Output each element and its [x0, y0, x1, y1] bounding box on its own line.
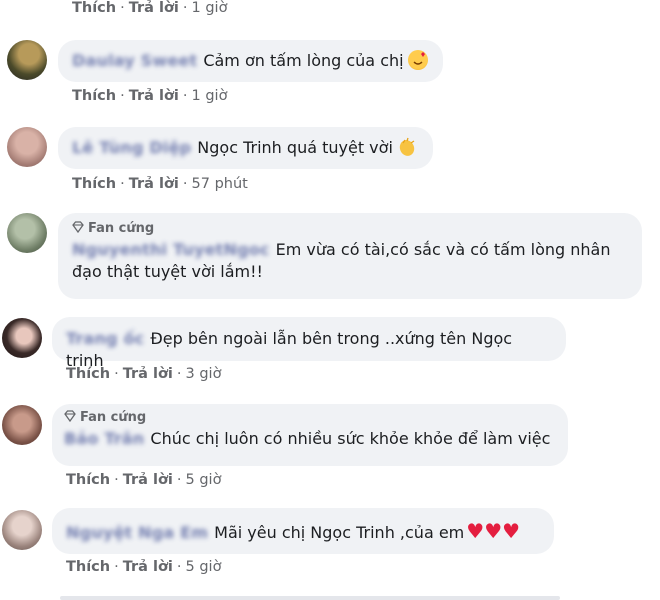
comment-time[interactable]: 3 giờ [186, 366, 222, 382]
next-comment-edge [60, 596, 560, 600]
comment-time[interactable]: 1 giờ [192, 0, 228, 16]
diamond-icon [64, 410, 76, 422]
like-link[interactable]: Thích [72, 88, 116, 104]
like-link[interactable]: Thích [66, 472, 110, 488]
comment-actions: Thích · Trả lời · 1 giờ [72, 0, 228, 16]
like-link[interactable]: Thích [72, 176, 116, 192]
comment-time[interactable]: 5 giờ [186, 472, 222, 488]
reply-link[interactable]: Trả lời [123, 559, 173, 575]
comment-time[interactable]: 1 giờ [192, 88, 228, 104]
comment-text: Cảm ơn tấm lòng của chị [203, 51, 404, 70]
avatar[interactable] [7, 40, 47, 80]
comment-text: Chúc chị luôn có nhiều sức khỏe khỏe để … [150, 429, 551, 448]
comment-time[interactable]: 57 phút [192, 176, 248, 192]
commenter-name[interactable]: Daulay Sweet [72, 51, 197, 70]
comment-actions: Thích · Trả lời · 57 phút [72, 176, 248, 192]
comment-actions: Thích · Trả lời · 3 giờ [66, 366, 222, 382]
avatar[interactable] [2, 318, 42, 358]
like-link[interactable]: Thích [72, 0, 116, 16]
comment-bubble: Trang ốc Đẹp bên ngoài lẫn bên trong ..xứ… [52, 317, 566, 370]
comment-actions: Thích · Trả lời · 1 giờ [72, 88, 228, 104]
avatar[interactable] [2, 510, 42, 550]
heart-face-emoji [407, 50, 428, 70]
fan-badge: Fan cứng [72, 221, 628, 237]
comment-text: Mãi yêu chị Ngọc Trinh ,của em [214, 523, 465, 542]
avatar[interactable] [2, 405, 42, 445]
reply-link[interactable]: Trả lời [129, 176, 179, 192]
diamond-icon [72, 221, 84, 233]
reply-link[interactable]: Trả lời [129, 88, 179, 104]
avatar[interactable] [7, 213, 47, 253]
like-link[interactable]: Thích [66, 559, 110, 575]
comment-actions: Thích · Trả lời · 5 giờ [66, 472, 222, 488]
comment-bubble: Lê Tùng Diệp Ngọc Trinh quá tuyệt vời [58, 127, 433, 169]
commenter-name[interactable]: Trang ốc [66, 329, 144, 348]
commenter-name[interactable]: Nguyenthi TuyetNgoc [72, 240, 270, 259]
comment-bubble: Fan cứng Bảo Trân Chúc chị luôn có nhiều … [52, 404, 568, 466]
reply-link[interactable]: Trả lời [129, 0, 179, 16]
comment-time[interactable]: 5 giờ [186, 559, 222, 575]
comment-text: Ngọc Trinh quá tuyệt vời [197, 138, 393, 157]
hearts-emoji: ♥♥♥ [466, 519, 521, 543]
comment-actions: Thích · Trả lời · 5 giờ [66, 559, 222, 575]
commenter-name[interactable]: Nguyệt Nga Em [66, 523, 208, 542]
reply-link[interactable]: Trả lời [123, 472, 173, 488]
avatar[interactable] [7, 127, 47, 167]
comment-bubble: Daulay Sweet Cảm ơn tấm lòng của chị [58, 40, 443, 82]
fan-badge: Fan cứng [64, 410, 556, 426]
commenter-name[interactable]: Lê Tùng Diệp [72, 138, 191, 157]
clap-emoji [397, 137, 417, 157]
like-link[interactable]: Thích [66, 366, 110, 382]
comment-bubble: Nguyệt Nga Em Mãi yêu chị Ngọc Trinh ,của… [52, 508, 554, 554]
comment-bubble: Fan cứng Nguyenthi TuyetNgoc Em vừa có tà… [58, 213, 642, 299]
reply-link[interactable]: Trả lời [123, 366, 173, 382]
commenter-name[interactable]: Bảo Trân [64, 429, 144, 448]
